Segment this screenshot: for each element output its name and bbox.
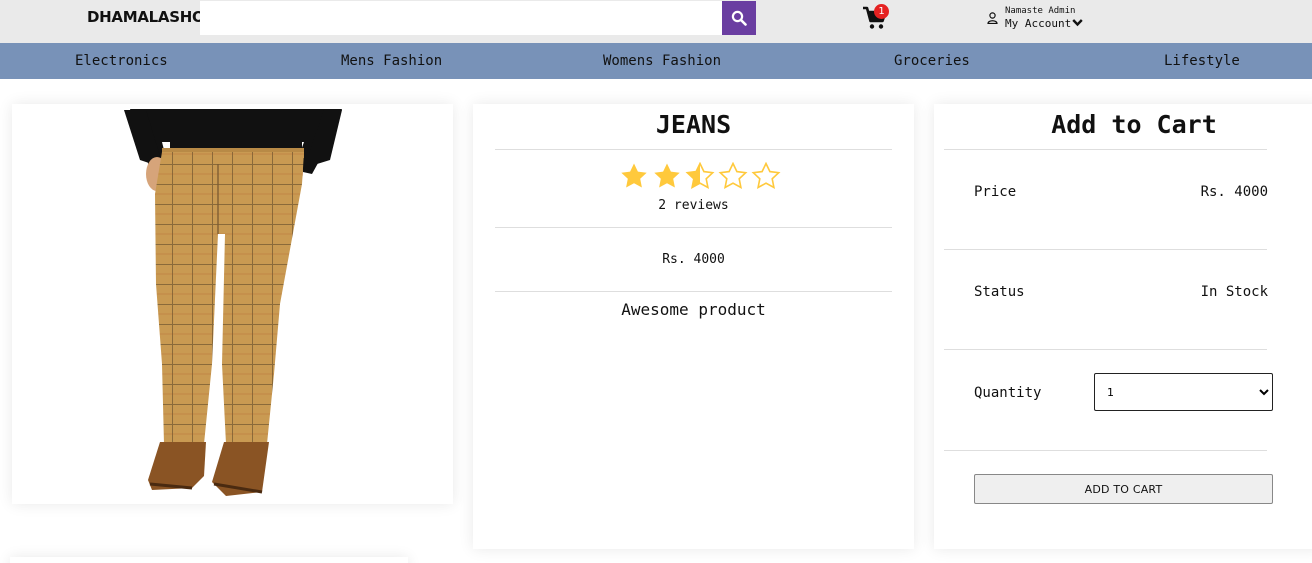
nav-item-electronics[interactable]: Electronics [75, 53, 168, 69]
top-header: DHAMALASHOP 1 Namaste Admin My Account [0, 0, 1312, 43]
review-count: 2 reviews [658, 198, 729, 213]
user-icon [987, 12, 998, 24]
nav-item-womens-fashion[interactable]: Womens Fashion [603, 53, 721, 69]
product-price: Rs. 4000 [662, 252, 725, 267]
lower-card [10, 557, 408, 563]
price-value: Rs. 4000 [1200, 184, 1268, 200]
cart-panel-title: Add to Cart [1051, 110, 1217, 139]
divider [495, 149, 892, 150]
search-button[interactable] [722, 1, 756, 35]
nav-item-groceries[interactable]: Groceries [894, 53, 970, 69]
cart-count-badge: 1 [874, 4, 889, 19]
divider [495, 227, 892, 228]
divider [495, 291, 892, 292]
add-to-cart-card: Add to Cart Price Rs. 4000 Status In Sto… [934, 104, 1312, 549]
star-filled-icon [621, 163, 647, 188]
chevron-down-icon [1072, 19, 1083, 27]
divider [944, 149, 1267, 150]
star-half-icon [685, 162, 715, 190]
rating-stars [619, 162, 781, 190]
account-greeting: Namaste Admin [1005, 6, 1076, 16]
nav-item-lifestyle[interactable]: Lifestyle [1164, 53, 1240, 69]
divider [944, 349, 1267, 350]
product-image [124, 109, 342, 496]
search-icon [731, 10, 747, 26]
status-value: In Stock [1200, 284, 1268, 300]
star-filled-icon [654, 163, 680, 188]
quantity-select[interactable]: 1 [1094, 373, 1273, 411]
product-description: Awesome product [621, 300, 766, 319]
category-nav: Electronics Mens Fashion Womens Fashion … [0, 43, 1312, 79]
my-account-label[interactable]: My Account [1005, 17, 1071, 30]
divider [944, 450, 1267, 451]
nav-item-mens-fashion[interactable]: Mens Fashion [341, 53, 442, 69]
divider [944, 249, 1267, 250]
add-to-cart-button[interactable]: ADD TO CART [974, 474, 1273, 504]
brand-logo[interactable]: DHAMALASHOP [87, 8, 215, 26]
star-empty-icon [751, 162, 781, 190]
search-input[interactable] [200, 1, 723, 35]
product-image-card [12, 104, 453, 504]
price-label: Price [974, 184, 1017, 200]
status-label: Status [974, 284, 1025, 300]
product-title: JEANS [655, 110, 732, 139]
quantity-label: Quantity [974, 385, 1042, 401]
star-empty-icon [718, 162, 748, 190]
product-info-card: JEANS 2 reviews Rs. 4000 Awesome product [473, 104, 914, 549]
